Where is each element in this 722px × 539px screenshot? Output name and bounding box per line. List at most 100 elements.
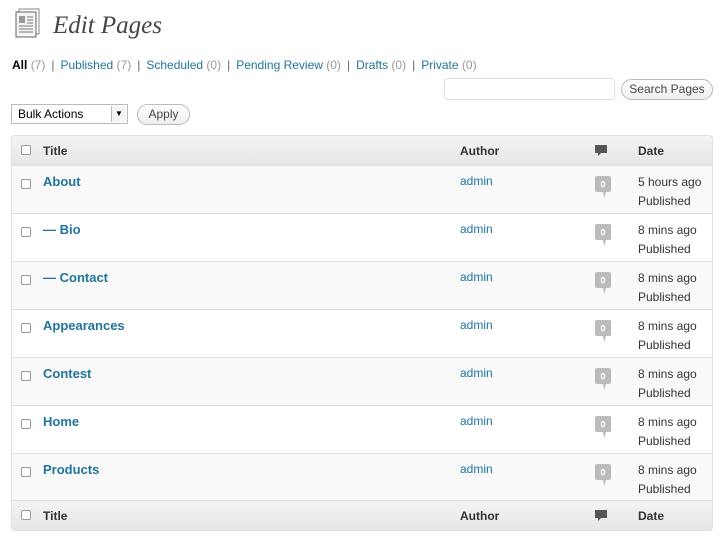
bulk-actions-select[interactable]: Bulk Actions ▼ — [11, 104, 128, 124]
comment-count-bubble[interactable]: 0 — [594, 464, 612, 488]
date-cell: 8 mins ago Published — [638, 365, 697, 403]
table-body: About admin 0 5 hours ago Published — Bi… — [12, 166, 712, 502]
filter-count: (0) — [461, 58, 477, 72]
author-link[interactable]: admin — [460, 366, 493, 380]
comment-count: 0 — [600, 180, 605, 190]
table-footer: Title Author Date — [12, 500, 712, 530]
filter-count: (0) — [206, 58, 222, 72]
date-cell: 8 mins ago Published — [638, 461, 697, 499]
page-title-link[interactable]: — Bio — [43, 222, 81, 237]
page-title-link[interactable]: Contest — [43, 366, 91, 381]
comments-icon — [595, 145, 607, 156]
filter-label: Private — [421, 58, 459, 72]
column-author: Author — [460, 144, 500, 158]
search-input[interactable] — [444, 78, 615, 100]
table-row: — Contact admin 0 8 mins ago Published — [12, 262, 712, 310]
filter-separator: | — [412, 58, 416, 72]
date-cell: 5 hours ago Published — [638, 173, 701, 211]
date-value: 8 mins ago — [638, 223, 697, 237]
status-value: Published — [638, 194, 691, 208]
author-link[interactable]: admin — [460, 222, 493, 236]
comment-count-bubble[interactable]: 0 — [594, 224, 612, 248]
column-author: Author — [460, 509, 500, 523]
comment-count-bubble[interactable]: 0 — [594, 176, 612, 200]
row-checkbox[interactable] — [21, 467, 31, 477]
table-row: Home admin 0 8 mins ago Published — [12, 406, 712, 454]
table-row: About admin 0 5 hours ago Published — [12, 166, 712, 214]
filter-private[interactable]: Private (0) — [421, 58, 476, 72]
comment-count: 0 — [600, 228, 605, 238]
table-header: Title Author Date — [12, 136, 712, 166]
status-value: Published — [638, 242, 691, 256]
status-value: Published — [638, 386, 691, 400]
comment-count: 0 — [600, 468, 605, 478]
row-checkbox[interactable] — [21, 227, 31, 237]
pages-table: Title Author Date About admin 0 5 hours … — [11, 135, 713, 531]
filter-label: Published — [60, 58, 114, 72]
column-title[interactable]: Title — [43, 144, 67, 158]
column-title[interactable]: Title — [43, 509, 67, 523]
filter-separator: | — [137, 58, 141, 72]
table-row: Products admin 0 8 mins ago Published — [12, 454, 712, 502]
status-value: Published — [638, 434, 691, 448]
date-cell: 8 mins ago Published — [638, 413, 697, 451]
date-cell: 8 mins ago Published — [638, 269, 697, 307]
row-checkbox[interactable] — [21, 419, 31, 429]
table-row: — Bio admin 0 8 mins ago Published — [12, 214, 712, 262]
row-checkbox[interactable] — [21, 323, 31, 333]
filter-drafts[interactable]: Drafts (0) — [356, 58, 406, 72]
filter-scheduled[interactable]: Scheduled (0) — [146, 58, 221, 72]
apply-button[interactable]: Apply — [137, 104, 190, 125]
row-checkbox[interactable] — [21, 275, 31, 285]
comment-count-bubble[interactable]: 0 — [594, 416, 612, 440]
comment-count-bubble[interactable]: 0 — [594, 272, 612, 296]
comment-count: 0 — [600, 324, 605, 334]
filter-all[interactable]: All (7) — [12, 58, 45, 72]
date-value: 5 hours ago — [638, 175, 702, 189]
pages-icon — [15, 8, 40, 38]
date-value: 8 mins ago — [638, 415, 697, 429]
comment-count-bubble[interactable]: 0 — [594, 368, 612, 392]
bulk-actions-value: Bulk Actions — [18, 107, 84, 121]
date-value: 8 mins ago — [638, 463, 697, 477]
column-date[interactable]: Date — [638, 509, 664, 523]
status-value: Published — [638, 290, 691, 304]
select-all-checkbox[interactable] — [21, 510, 31, 520]
filter-label: All — [12, 58, 28, 72]
date-value: 8 mins ago — [638, 319, 697, 333]
filter-label: Scheduled — [146, 58, 204, 72]
filter-separator: | — [346, 58, 351, 72]
filter-pending-review[interactable]: Pending Review (0) — [236, 58, 341, 72]
author-link[interactable]: admin — [460, 414, 493, 428]
author-link[interactable]: admin — [460, 462, 493, 476]
filter-label: Drafts — [356, 58, 389, 72]
page-title-link[interactable]: Appearances — [43, 318, 125, 333]
dropdown-arrow-icon: ▼ — [111, 106, 126, 122]
author-link[interactable]: admin — [460, 174, 493, 188]
page-title-link[interactable]: Home — [43, 414, 79, 429]
date-value: 8 mins ago — [638, 271, 697, 285]
column-date[interactable]: Date — [638, 144, 664, 158]
comment-count-bubble[interactable]: 0 — [594, 320, 612, 344]
author-link[interactable]: admin — [460, 270, 493, 284]
row-checkbox[interactable] — [21, 179, 31, 189]
filter-published[interactable]: Published (7) — [60, 58, 131, 72]
date-cell: 8 mins ago Published — [638, 221, 697, 259]
comment-count: 0 — [600, 276, 605, 286]
page-title-link[interactable]: Products — [43, 462, 99, 477]
date-cell: 8 mins ago Published — [638, 317, 697, 355]
row-checkbox[interactable] — [21, 371, 31, 381]
filter-separator: | — [51, 58, 55, 72]
select-all-checkbox[interactable] — [21, 145, 31, 155]
filter-separator: | — [227, 58, 231, 72]
filter-label: Pending Review — [236, 58, 323, 72]
status-value: Published — [638, 482, 691, 496]
page-title-link[interactable]: — Contact — [43, 270, 108, 285]
page-title-link[interactable]: About — [43, 174, 81, 189]
filter-count: (0) — [391, 58, 407, 72]
comment-count: 0 — [600, 372, 605, 382]
filter-count: (7) — [116, 58, 132, 72]
author-link[interactable]: admin — [460, 318, 493, 332]
search-pages-button[interactable]: Search Pages — [621, 79, 713, 100]
page-title: Edit Pages — [53, 12, 163, 39]
